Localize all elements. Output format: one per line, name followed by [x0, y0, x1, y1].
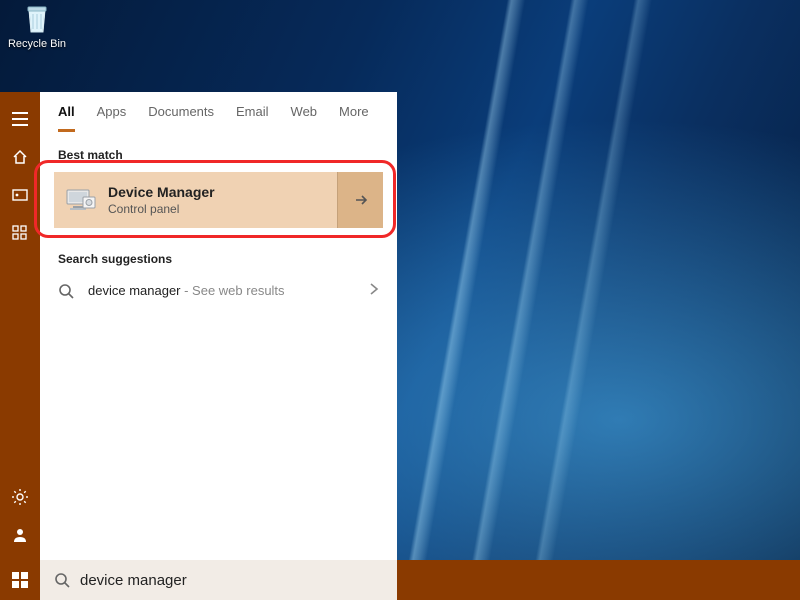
best-match-result[interactable]: Device Manager Control panel: [54, 172, 383, 228]
windows-logo-icon: [12, 572, 28, 588]
rail-expand-filter-button[interactable]: [0, 176, 40, 214]
best-match-main[interactable]: Device Manager Control panel: [54, 172, 337, 228]
search-suggestion[interactable]: device manager - See web results: [40, 272, 397, 309]
rail-apps-button[interactable]: [0, 214, 40, 252]
search-filter-tabs: All Apps Documents Email Web More: [40, 92, 397, 132]
recycle-bin[interactable]: Recycle Bin: [6, 2, 68, 50]
tab-web[interactable]: Web: [291, 104, 318, 132]
best-match-subtitle: Control panel: [108, 202, 215, 216]
rail-settings-button[interactable]: [0, 478, 40, 516]
best-match-label: Best match: [40, 132, 397, 168]
rail-home-button[interactable]: [0, 138, 40, 176]
recycle-bin-icon: [20, 2, 54, 36]
start-rail: [0, 92, 40, 560]
gear-icon: [11, 488, 29, 506]
taskbar: [0, 560, 800, 600]
search-suggestions-label: Search suggestions: [40, 236, 397, 272]
start-search-panel: All Apps Documents Email Web More Best m…: [40, 92, 397, 560]
device-manager-icon: [66, 187, 96, 213]
suggestion-hint: - See web results: [181, 283, 285, 298]
best-match-details-button[interactable]: [337, 172, 383, 228]
best-match-title: Device Manager: [108, 184, 215, 200]
tab-documents[interactable]: Documents: [148, 104, 214, 132]
hamburger-icon: [12, 112, 28, 126]
chevron-right-icon: [369, 282, 379, 299]
arrow-right-icon: [353, 192, 369, 208]
taskbar-search-input[interactable]: [80, 572, 383, 589]
tab-all[interactable]: All: [58, 104, 75, 132]
tab-email[interactable]: Email: [236, 104, 269, 132]
start-button[interactable]: [0, 560, 40, 600]
filter-panel-icon: [12, 187, 28, 203]
recycle-bin-label: Recycle Bin: [6, 38, 68, 50]
tab-apps[interactable]: Apps: [97, 104, 127, 132]
rail-account-button[interactable]: [0, 516, 40, 554]
home-icon: [12, 149, 28, 165]
person-icon: [12, 527, 28, 543]
tab-more[interactable]: More: [339, 104, 369, 132]
taskbar-search[interactable]: [40, 560, 397, 600]
suggestion-query: device manager: [88, 283, 181, 298]
search-icon: [58, 283, 74, 299]
rail-expand-button[interactable]: [0, 100, 40, 138]
search-icon: [54, 572, 70, 588]
apps-grid-icon: [12, 225, 28, 241]
